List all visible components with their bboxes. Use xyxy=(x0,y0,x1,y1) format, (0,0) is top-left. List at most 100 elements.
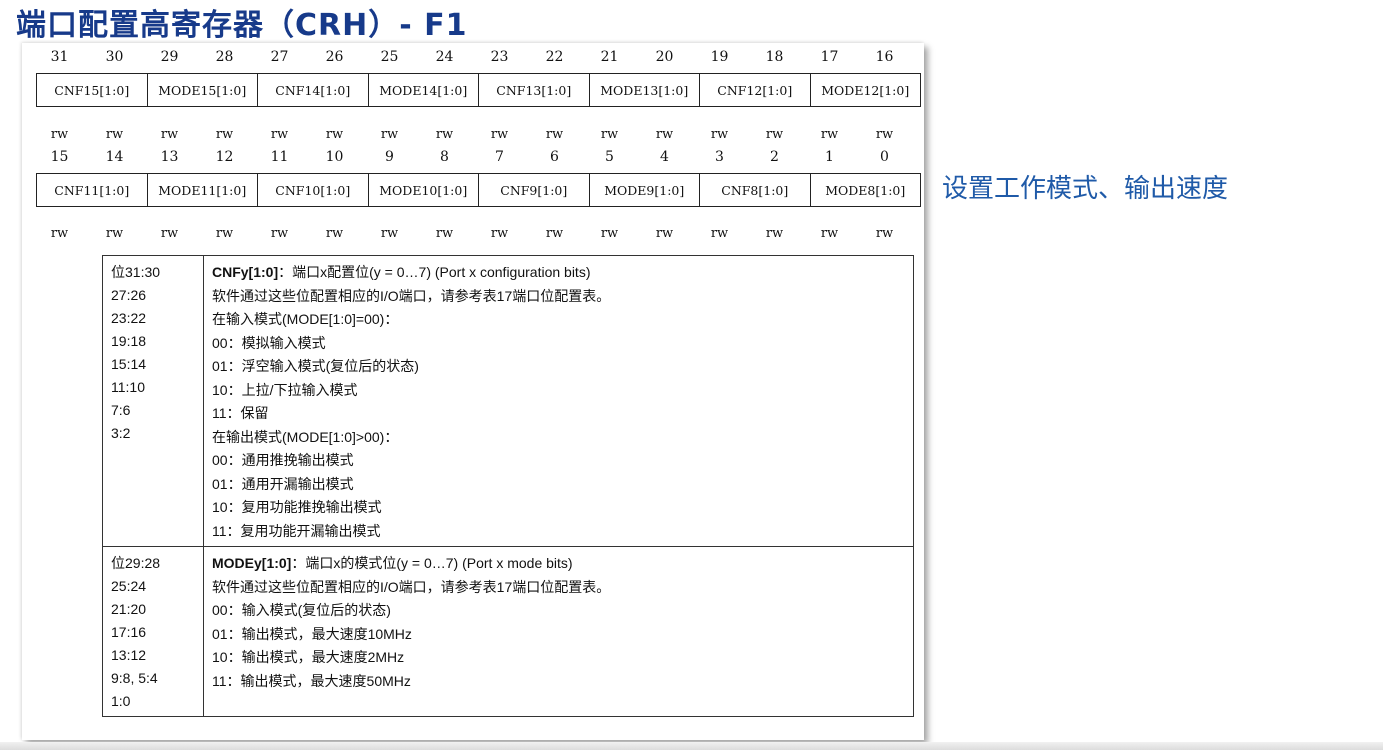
cnf-bit-positions: 位31:30 27:26 23:22 19:18 15:14 11:10 7:6… xyxy=(102,255,204,547)
access-label: rw xyxy=(655,127,674,142)
bit-number: 31 xyxy=(50,49,69,65)
register-field: CNF14[1:0] xyxy=(257,74,368,106)
crh-register-document: 31 30 29 28 27 26 25 24 23 22 21 20 19 1… xyxy=(22,43,924,740)
register-field: CNF15[1:0] xyxy=(54,82,130,98)
access-label: rw xyxy=(380,226,399,241)
access-label: rw xyxy=(435,127,454,142)
register-field: MODE13[1:0] xyxy=(588,74,700,106)
bit-number: 20 xyxy=(655,49,674,65)
mode-heading: MODEy[1:0]：端口x的模式位(y = 0…7) (Port x mode… xyxy=(212,552,905,576)
bit-range: 15:14 xyxy=(111,356,147,372)
bit-range: 13:12 xyxy=(111,647,147,663)
access-label: rw xyxy=(160,127,179,142)
cnf-description-row: 位31:30 27:26 23:22 19:18 15:14 11:10 7:6… xyxy=(102,255,914,547)
bit-number: 26 xyxy=(325,49,344,65)
register-field: CNF13[1:0] xyxy=(478,74,589,106)
description-line: 01：输出模式，最大速度10MHz xyxy=(212,625,412,642)
register-field: MODE9[1:0] xyxy=(588,174,700,206)
access-label: rw xyxy=(875,127,894,142)
cnf-heading-text: ：端口x配置位(y = 0…7) (Port x configuration b… xyxy=(278,264,591,280)
bit-range: 9:8, 5:4 xyxy=(111,670,158,686)
access-label: rw xyxy=(270,127,289,142)
description-line: 10：复用功能推挽输出模式 xyxy=(212,499,382,515)
bit-number: 22 xyxy=(545,49,564,65)
description-line: 00：通用推挽输出模式 xyxy=(212,452,354,468)
access-label: rw xyxy=(655,226,674,241)
bit-number: 28 xyxy=(215,49,234,65)
low-access-row: rw rw rw rw rw rw rw rw rw rw rw rw rw r… xyxy=(32,226,912,246)
bit-number: 21 xyxy=(600,49,619,65)
description-line: 软件通过这些位配置相应的I/O端口，请参考表17端口位配置表。 xyxy=(212,578,611,595)
bit-range: 11:10 xyxy=(111,379,145,395)
bit-number: 12 xyxy=(215,149,234,165)
bit-number: 4 xyxy=(660,149,669,165)
register-field: MODE11[1:0] xyxy=(146,174,258,206)
bit-number: 3 xyxy=(715,149,724,165)
access-label: rw xyxy=(215,127,234,142)
bit-number: 10 xyxy=(325,149,344,165)
access-label: rw xyxy=(765,226,784,241)
access-label: rw xyxy=(160,226,179,241)
mode-bit-positions: 位29:28 25:24 21:20 17:16 13:12 9:8, 5:4 … xyxy=(102,546,204,717)
access-label: rw xyxy=(50,226,69,241)
bit-number: 14 xyxy=(105,149,124,165)
bit-range: 17:16 xyxy=(111,624,147,640)
bit-number: 25 xyxy=(380,49,399,65)
description-line: 11：复用功能开漏输出模式 xyxy=(212,522,381,539)
register-field: MODE8[1:0] xyxy=(809,174,921,206)
bit-range: 21:20 xyxy=(111,601,147,617)
low-bit-numbers: 15 14 13 12 11 10 9 8 7 6 5 4 3 2 1 0 xyxy=(32,149,912,169)
mode-description: MODEy[1:0]：端口x的模式位(y = 0…7) (Port x mode… xyxy=(203,546,914,717)
description-line: 11：保留 xyxy=(212,405,269,421)
description-line: 11：输出模式，最大速度50MHz xyxy=(212,672,411,689)
description-line: 00：输入模式(复位后的状态) xyxy=(212,602,391,618)
cnf-description: CNFy[1:0]：端口x配置位(y = 0…7) (Port x config… xyxy=(203,255,914,547)
access-label: rw xyxy=(105,226,124,241)
bit-number: 19 xyxy=(710,49,729,65)
bit-range: 19:18 xyxy=(111,333,147,349)
high-bit-numbers: 31 30 29 28 27 26 25 24 23 22 21 20 19 1… xyxy=(32,49,912,69)
description-line: 在输入模式(MODE[1:0]=00)： xyxy=(212,311,399,327)
access-label: rw xyxy=(600,226,619,241)
description-line: 01：通用开漏输出模式 xyxy=(212,475,354,492)
access-label: rw xyxy=(380,127,399,142)
register-field: CNF11[1:0] xyxy=(54,182,130,198)
high-access-row: rw rw rw rw rw rw rw rw rw rw rw rw rw r… xyxy=(32,127,912,147)
cnf-field-name: CNFy[1:0] xyxy=(212,264,279,280)
bit-range: 位29:28 xyxy=(111,555,161,571)
bit-number: 2 xyxy=(770,149,779,165)
bit-range: 27:26 xyxy=(111,287,147,303)
access-label: rw xyxy=(545,127,564,142)
bit-number: 18 xyxy=(765,49,784,65)
register-field: CNF9[1:0] xyxy=(478,174,589,206)
bit-range: 位31:30 xyxy=(111,264,161,280)
register-field: CNF8[1:0] xyxy=(699,174,810,206)
bit-number: 1 xyxy=(825,149,834,165)
bit-number: 23 xyxy=(490,49,509,65)
access-label: rw xyxy=(820,226,839,241)
bit-number: 5 xyxy=(605,149,614,165)
bit-number: 13 xyxy=(160,149,179,165)
bit-description-table: 位31:30 27:26 23:22 19:18 15:14 11:10 7:6… xyxy=(102,255,914,717)
access-label: rw xyxy=(105,127,124,142)
page-title: 端口配置高寄存器（CRH）- F1 xyxy=(16,8,468,43)
register-field: MODE15[1:0] xyxy=(146,74,258,106)
register-field: CNF12[1:0] xyxy=(699,74,810,106)
access-label: rw xyxy=(270,226,289,241)
bit-number: 11 xyxy=(270,149,289,165)
access-label: rw xyxy=(545,226,564,241)
register-field: MODE12[1:0] xyxy=(809,74,921,106)
access-label: rw xyxy=(325,127,344,142)
access-label: rw xyxy=(710,127,729,142)
register-field: MODE10[1:0] xyxy=(367,174,479,206)
bit-range: 1:0 xyxy=(111,693,131,709)
access-label: rw xyxy=(490,226,509,241)
bit-number: 30 xyxy=(105,49,124,65)
bit-range: 7:6 xyxy=(111,402,131,418)
access-label: rw xyxy=(875,226,894,241)
access-label: rw xyxy=(710,226,729,241)
register-field: MODE14[1:0] xyxy=(367,74,479,106)
description-line: 10：上拉/下拉输入模式 xyxy=(212,381,358,398)
access-label: rw xyxy=(765,127,784,142)
access-label: rw xyxy=(325,226,344,241)
